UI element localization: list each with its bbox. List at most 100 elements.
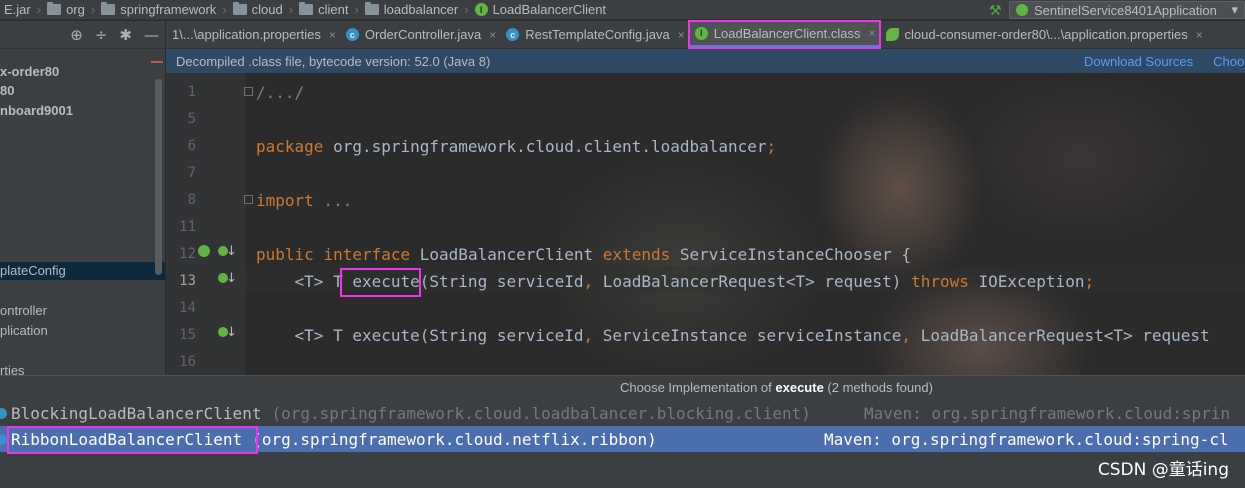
keyword-token: public [256,245,314,264]
breadcrumb-loadbalancerclient[interactable]: I LoadBalancerClient [471,2,610,17]
breadcrumb-label: org [66,2,85,17]
tree-item-selected[interactable]: plateConfig [0,262,165,280]
tree-item[interactable]: ontroller [0,302,165,320]
folder-icon [232,2,247,15]
line-number: 7 [187,165,196,181]
class-icon: c [345,28,359,41]
notification-message: Decompiled .class file, bytecode version… [176,53,491,69]
code-line[interactable]: public interface LoadBalancerClient exte… [256,241,911,268]
project-tool-window: ⊕ ÷ ✱ — x-order80 80 nboard9001 plateCon… [0,21,166,375]
generic-token: <T> T [256,272,353,291]
line-number: 11 [179,219,196,235]
popup-title: Choose Implementation of execute (2 meth… [0,376,1245,400]
line-number: 16 [179,354,196,370]
tree-item-label: plication [0,323,48,338]
line-number: 8 [187,192,196,208]
download-sources-link[interactable]: Download Sources [1084,54,1193,69]
tab-load-balancer-client[interactable]: I LoadBalancerClient.class × [687,20,881,49]
keyword-token: extends [602,245,671,264]
hide-minus-icon[interactable]: — [144,26,159,44]
tree-item[interactable]: nboard9001 [0,102,165,120]
tab-label: LoadBalancerClient.class [713,25,861,41]
tab-rest-template-config[interactable]: c RestTemplateConfig.java × [500,21,689,48]
project-scrollbar[interactable] [155,79,162,275]
tree-item-label: rties [0,363,25,375]
implementation-library: Maven: org.springframework.cloud:sprin [864,403,1231,423]
breadcrumb-label: springframework [120,2,217,17]
breadcrumb-separator: › [464,2,469,17]
implementation-item[interactable]: BlockingLoadBalancerClient (org.springfr… [0,400,1245,426]
spring-boot-icon [1016,4,1028,16]
breadcrumb-cloud[interactable]: cloud [229,2,287,17]
keyword-token: throws [911,272,969,291]
breadcrumb-jar[interactable]: E.jar [0,2,35,17]
close-icon[interactable]: × [678,28,685,42]
implementation-package: (org.springframework.cloud.loadbalancer.… [271,403,811,423]
folded-imports[interactable]: ... [314,191,352,210]
breadcrumb-separator: › [288,2,294,17]
popup-title-suffix: (2 methods found) [823,380,933,395]
build-hammer-icon[interactable]: ⚒ [989,3,1003,17]
choose-sources-link[interactable]: Choo [1213,54,1244,69]
breadcrumb-label: cloud [251,2,283,17]
navigation-bar: E.jar › org › springframework › cloud › … [0,0,1245,20]
breadcrumb-label: client [318,2,349,17]
implementation-name: BlockingLoadBalancerClient [11,403,262,423]
folder-icon [299,2,314,15]
comma-token: , [583,272,594,291]
class-icon [0,407,7,419]
breadcrumb-springframework[interactable]: springframework [97,2,220,17]
semicolon-token: ; [1084,272,1095,291]
line-number: 12 [179,246,196,262]
tree-item-label: ontroller [0,303,47,318]
keyword-token: interface [323,245,411,264]
tab-application-properties[interactable]: 1\...\application.properties × [166,21,340,48]
breadcrumb-separator: › [354,2,359,17]
tree-item[interactable]: plication [0,322,165,340]
code-line[interactable]: package org.springframework.cloud.client… [256,133,776,160]
breadcrumb-label: LoadBalancerClient [492,2,607,17]
locate-target-icon[interactable]: ⊕ [70,26,83,44]
implemented-by-icon[interactable] [198,245,210,257]
tree-item-label: nboard9001 [0,103,73,118]
tree-item[interactable]: rties [0,362,165,375]
keyword-token: import [256,191,314,210]
params-token: (String serviceId [419,272,584,291]
keyword-token: package [256,137,324,156]
line-number: 1 [187,84,196,100]
comma-token: , [901,326,912,345]
close-icon[interactable]: × [868,26,875,40]
notification-actions: Download Sources Choo [1084,54,1244,69]
parent-interface-token: ServiceInstanceChooser { [670,245,912,264]
tab-order-controller[interactable]: c OrderController.java × [340,21,500,48]
tree-item[interactable]: x-order80 [0,63,165,81]
breadcrumb-client[interactable]: client [295,2,352,17]
close-icon[interactable]: × [329,28,336,42]
code-line[interactable]: <T> T execute(String serviceId, ServiceI… [256,322,1210,349]
fold-expand-icon[interactable] [244,87,253,96]
close-icon[interactable]: × [489,28,496,42]
collapse-all-icon[interactable]: ÷ [95,26,108,44]
run-configuration-select[interactable]: SentinelService8401Application ▾ [1009,1,1245,19]
code-line[interactable]: /.../ [256,79,304,106]
tree-item-label: 80 [0,83,15,98]
decompiled-notification-bar: Decompiled .class file, bytecode version… [166,49,1245,73]
breadcrumb-org[interactable]: org [43,2,89,17]
line-number: 5 [187,111,196,127]
code-line[interactable]: import ... [256,187,352,214]
breadcrumb-loadbalancer[interactable]: loadbalancer [361,2,462,17]
tab-label: RestTemplateConfig.java [525,27,670,42]
implementation-library: Maven: org.springframework.cloud:spring-… [824,429,1229,449]
interface-name-token: LoadBalancerClient [410,245,603,264]
ribbon-annotation-box [7,426,258,454]
arrow-down-icon: ↓ [226,244,237,259]
fold-expand-icon[interactable] [244,195,253,204]
line-number: 6 [187,138,196,154]
execute-annotation-box [340,268,421,297]
folded-comment[interactable]: /.../ [256,83,304,102]
choose-implementation-popup: Choose Implementation of execute (2 meth… [0,375,1245,488]
gear-icon[interactable]: ✱ [119,26,132,44]
tree-item[interactable]: 80 [0,82,165,100]
close-icon[interactable]: × [1196,28,1203,42]
tab-consumer-application-properties[interactable]: cloud-consumer-order80\...\application.p… [880,21,1207,48]
